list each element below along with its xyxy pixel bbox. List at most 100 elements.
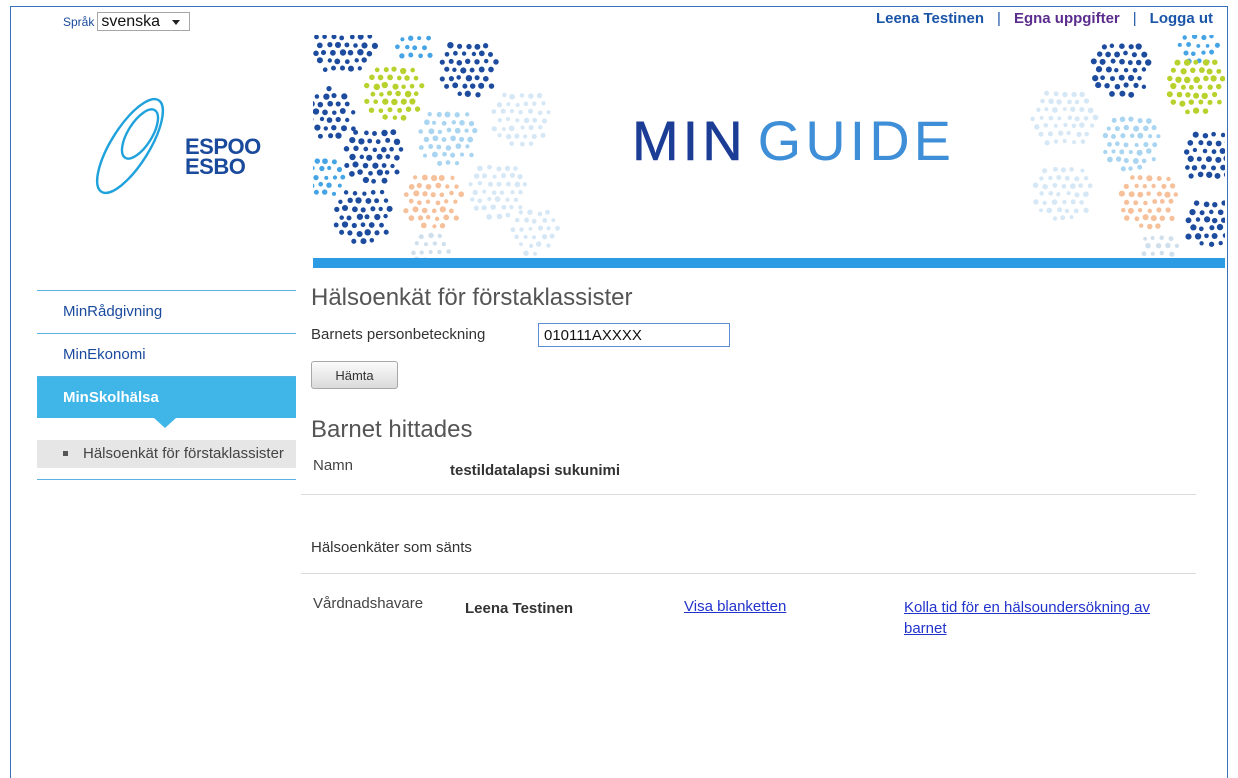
- profile-link[interactable]: Egna uppgifter: [1014, 9, 1120, 29]
- banner-dot: [1180, 84, 1186, 90]
- banner-dot: [1110, 58, 1116, 64]
- espoo-logo[interactable]: ESPOO ESBO: [88, 92, 268, 200]
- banner-dot: [1173, 192, 1179, 197]
- banner-dot: [451, 120, 456, 125]
- banner-dot: [364, 130, 369, 136]
- banner-dot: [331, 65, 336, 71]
- banner-dot: [1223, 172, 1225, 177]
- banner-dot: [453, 215, 459, 221]
- banner-dot: [1128, 116, 1134, 122]
- banner-dot: [518, 189, 523, 195]
- banner-dot: [431, 151, 438, 158]
- banner-dot: [1129, 133, 1135, 139]
- banner-dot: [374, 198, 380, 204]
- dot-cluster: [333, 189, 393, 245]
- result-heading: Barnet hittades: [311, 416, 473, 443]
- banner-dot: [459, 120, 465, 126]
- banner-dot: [405, 106, 412, 112]
- banner-dot: [1183, 76, 1191, 84]
- banner-dot: [447, 41, 454, 49]
- banner-dot: [353, 145, 359, 151]
- banner-dot: [1103, 149, 1108, 155]
- banner-dot: [1174, 59, 1181, 66]
- banner-dot: [414, 241, 419, 246]
- language-dropdown[interactable]: svenska: [97, 12, 191, 31]
- book-health-check-link[interactable]: Kolla tid för en hälsoundersökning av ba…: [904, 597, 1154, 639]
- banner-dot: [341, 204, 349, 212]
- banner-dot: [1078, 183, 1084, 189]
- banner-dot: [370, 91, 376, 97]
- banner-dot: [1042, 183, 1048, 190]
- banner-dot: [352, 161, 359, 168]
- banner-dot: [1056, 175, 1062, 180]
- banner-dot: [1095, 82, 1102, 89]
- banner-dot: [353, 129, 359, 135]
- banner-dot: [1211, 131, 1216, 137]
- banner-dot: [1128, 91, 1135, 98]
- banner-dot: [459, 136, 465, 142]
- subnav-item-halsoenkat[interactable]: Hälsoenkät för förstaklassister: [37, 440, 296, 468]
- banner-dot: [1102, 132, 1109, 139]
- banner-dot: [456, 60, 463, 66]
- nav-item-label: MinEkonomi: [63, 346, 146, 363]
- banner-dot: [482, 43, 489, 49]
- banner-title: MIN GUIDE: [632, 112, 955, 169]
- banner-dot: [331, 93, 337, 99]
- banner-dot: [528, 108, 533, 114]
- banner-dot: [326, 182, 332, 188]
- banner-dot: [496, 181, 502, 187]
- banner-dot: [475, 92, 481, 98]
- banner-dot: [445, 184, 450, 189]
- banner-dot: [1164, 191, 1171, 198]
- banner-dot: [1204, 233, 1209, 239]
- subnav-item-label: Hälsoenkät för förstaklassister: [83, 445, 284, 462]
- banner-dot: [1141, 251, 1147, 257]
- banner-dot: [1183, 50, 1189, 56]
- nav-item-minradgivning[interactable]: MinRådgivning: [37, 291, 296, 334]
- banner-dot: [446, 127, 452, 133]
- banner-dot: [445, 145, 452, 151]
- banner-dot: [1198, 226, 1204, 232]
- banner-dot: [533, 251, 537, 256]
- fetch-button[interactable]: Hämta: [311, 361, 398, 389]
- user-name-link[interactable]: Leena Testinen: [876, 9, 984, 29]
- banner-dot: [1166, 176, 1171, 182]
- banner-dot: [1141, 51, 1148, 58]
- banner-dot: [515, 118, 520, 123]
- banner-dot: [317, 101, 324, 108]
- banner-dot: [1143, 200, 1148, 206]
- banner-dot: [384, 170, 390, 175]
- banner-dot: [1036, 107, 1041, 112]
- banner-dot: [505, 117, 511, 122]
- personal-id-input[interactable]: [538, 323, 730, 347]
- banner-dot: [454, 127, 461, 134]
- banner-dot: [1038, 131, 1044, 137]
- nav-item-minskolhalsa[interactable]: MinSkolhälsa: [37, 377, 296, 428]
- banner-dot: [514, 234, 519, 240]
- banner-dot: [373, 83, 381, 91]
- banner-dot: [364, 98, 370, 104]
- banner-dot: [528, 226, 533, 231]
- banner-dot: [470, 197, 475, 202]
- banner-dot: [1062, 107, 1067, 112]
- banner-dot: [1159, 250, 1165, 256]
- banner-dot: [360, 207, 366, 213]
- banner-dot: [330, 49, 336, 56]
- banner-dot: [465, 144, 470, 149]
- banner-dot: [1066, 130, 1071, 136]
- banner-dot: [1135, 43, 1142, 50]
- banner-dot: [505, 181, 511, 187]
- dot-cluster: [1032, 166, 1093, 221]
- view-form-link[interactable]: Visa blanketten: [684, 597, 786, 617]
- banner-dot: [327, 100, 334, 107]
- banner-dot: [1044, 107, 1049, 112]
- banner-dot: [1033, 199, 1039, 205]
- banner-dot: [1046, 207, 1053, 214]
- banner-dot: [438, 174, 445, 182]
- banner-dot: [1105, 66, 1112, 73]
- nav-item-minekonomi[interactable]: MinEkonomi: [37, 334, 296, 377]
- logout-link[interactable]: Logga ut: [1150, 9, 1213, 29]
- banner-dot: [1074, 176, 1080, 182]
- banner-dot: [376, 153, 383, 160]
- banner-dot: [370, 190, 376, 195]
